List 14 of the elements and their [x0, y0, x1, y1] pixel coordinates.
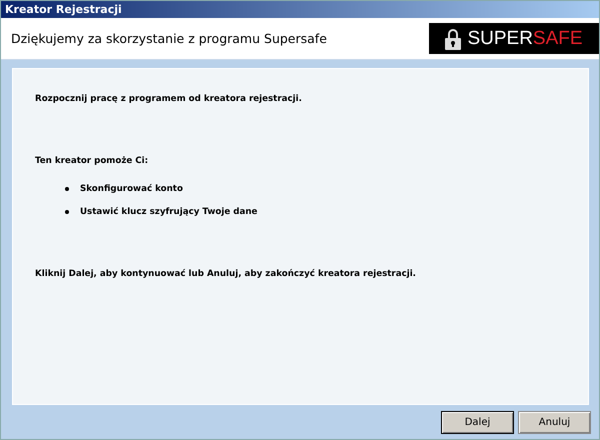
list-item: Ustawić klucz szyfrujący Twoje dane [80, 207, 258, 217]
list-heading: Ten kreator pomoże Ci: [35, 156, 150, 166]
intro-text: Rozpocznij pracę z programem od kreatora rejestracji. [35, 94, 303, 104]
window-title: Kreator Rejestracji [5, 3, 122, 16]
bullet-icon [65, 187, 69, 191]
header-heading: Dziękujemy za skorzystanie z programu Supersafe [11, 31, 327, 46]
instruction-text: Kliknij Dalej, aby kontynuować lub Anuluj, aby zakończyć kreatora rejestracji. [35, 269, 417, 279]
next-button[interactable]: Dalej [441, 411, 514, 434]
cancel-button[interactable]: Anuluj [518, 411, 591, 434]
logo-text: SAFE [532, 28, 583, 50]
bullet-icon [65, 210, 69, 214]
list-item: Skonfigurować konto [80, 184, 183, 194]
padlock-icon [445, 28, 462, 50]
logo-text: SUPER [467, 28, 533, 50]
